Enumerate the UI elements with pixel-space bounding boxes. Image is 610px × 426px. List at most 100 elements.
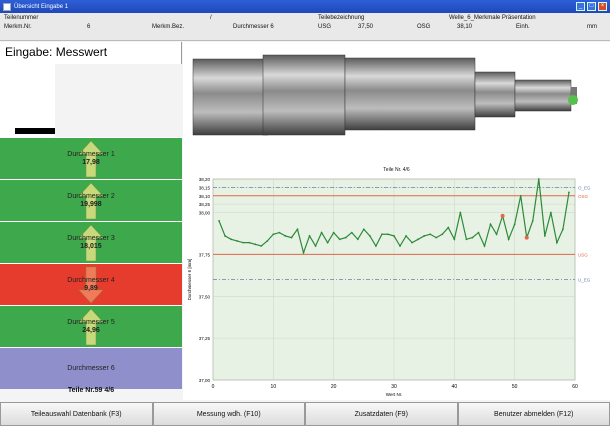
teileauswahl-button[interactable]: Teileauswahl Datenbank (F3) [0,402,153,426]
diameter-item-5[interactable]: Durchmesser 5 24,96 [0,305,182,347]
data-point [453,238,456,241]
footer-toolbar: Teileauswahl Datenbank (F3) Messung wdh.… [0,402,610,426]
control-limit-label: O_EG [578,185,591,190]
part-photo [183,42,610,166]
y-tick-label: 37,75 [199,252,211,257]
data-point [423,235,426,237]
diameter-value: 9,89 [84,285,98,292]
data-point [290,236,293,239]
y-tick-label: 38,15 [199,185,211,190]
data-point [405,235,407,237]
data-point [224,235,226,237]
shaft-image [192,54,578,136]
data-point [387,233,389,236]
teilenummer-label: Teilenummer [4,15,39,21]
maximize-button[interactable]: □ [587,2,596,11]
data-point [393,235,395,237]
control-chart: Teile Nr. 4/6 0 10 20 30 40 50 60 37,00 37,25 37,… [183,166,610,400]
input-area[interactable] [55,64,182,138]
data-point [302,251,305,254]
data-point [507,238,510,241]
data-point [368,235,371,237]
diameter-value: 24,96 [82,327,100,334]
data-point [519,194,522,197]
y-tick-label: 37,25 [199,336,211,341]
eingabe-title: Eingabe: Messwert [5,45,108,59]
close-button[interactable]: × [598,2,607,11]
zusatzdaten-button[interactable]: Zusatzdaten (F9) [305,402,458,426]
y-tick-label: 38,20 [199,177,211,182]
x-axis-label: Wert Nr. [386,392,402,397]
diameter-label: Durchmesser 4 [67,277,115,284]
teilenummer-slash: / [210,15,212,21]
window-controls: _ □ × [576,2,607,11]
data-point [338,238,341,241]
data-point [562,228,564,231]
data-point [284,235,287,237]
input-indicator-bar [15,128,55,134]
data-point [537,178,540,180]
y-tick-label: 38,25 [199,202,211,207]
data-point [218,219,220,222]
data-point [278,231,281,234]
x-tick-label: 10 [271,384,277,390]
data-point [308,235,311,237]
data-point [411,241,413,244]
minimize-button[interactable]: _ [576,2,585,11]
data-point [242,241,245,244]
measure-point-marker [568,95,578,105]
info-header: Teilenummer / Teilebezeichnung Welle_6_M… [0,13,610,41]
spec-limit-label: OSG [578,194,589,199]
data-point [513,223,516,226]
usg-label: USG [318,24,332,30]
data-point [399,245,401,247]
einh-label: Einh. [516,24,530,30]
y-tick-label: 37,50 [199,294,211,299]
osg-label: OSG [417,24,431,30]
diameter-label: Durchmesser 2 [67,193,115,200]
diameter-item-3[interactable]: Durchmesser 3 18,015 [0,221,182,263]
control-limit-label: U_EG [578,278,591,283]
window-titlebar: Übersicht Eingabe 1 _ □ × [0,0,610,13]
data-point [362,228,365,231]
data-point [356,238,359,241]
merkm-bez-label: Merkm.Bez. [152,24,185,30]
y-tick-label: 37,00 [199,378,211,383]
spec-limit-label: USG [578,252,588,257]
data-point [435,236,438,239]
data-point [344,236,347,239]
data-point [483,245,486,247]
x-tick-label: 0 [212,384,215,390]
data-point [447,226,450,229]
diameter-item-2[interactable]: Durchmesser 2 19,998 [0,179,182,221]
diameter-item-1[interactable]: Durchmesser 1 17,98 [0,137,182,179]
data-point [489,223,492,226]
data-point [254,243,257,246]
data-point [332,231,335,234]
diameter-value: 19,998 [80,201,102,208]
merkm-bez-value: Durchmesser 6 [233,24,274,30]
data-point [429,233,432,236]
data-point [272,233,275,236]
data-point [230,238,232,241]
data-point [350,231,353,234]
y-tick-label: 38,00 [199,211,211,216]
y-axis-label: Durchmesser 6 [mm] [187,259,192,301]
benutzer-abmelden-button[interactable]: Benutzer abmelden (F12) [457,402,610,426]
messung-wdh-button[interactable]: Messung wdh. (F10) [152,402,305,426]
diameter-label: Durchmesser 6 [67,364,115,372]
diameter-item-4[interactable]: Durchmesser 4 9,89 [0,263,182,305]
data-point [320,231,323,234]
diameter-label: Durchmesser 5 [67,319,115,326]
x-tick-label: 50 [512,384,518,390]
y-tick-label: 38,10 [199,194,211,199]
data-point [543,235,546,237]
data-point [296,228,299,231]
x-tick-label: 60 [572,384,578,390]
data-point [531,219,534,222]
teilebezeichnung-label: Teilebezeichnung [318,15,365,21]
violation-point [524,235,529,240]
diameter-label: Durchmesser 3 [67,235,115,242]
diameter-value: 17,98 [82,159,100,166]
data-point [495,233,498,236]
